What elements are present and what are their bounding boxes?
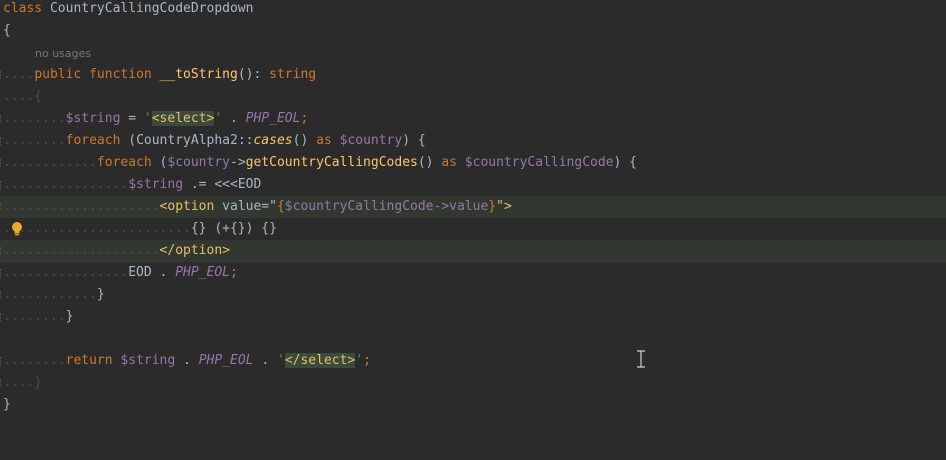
keyword-foreach: foreach — [96, 155, 152, 170]
code-line-15: ........} — [0, 306, 946, 328]
variable-country: $country — [331, 133, 403, 148]
indent-guide: .................... — [3, 243, 160, 258]
indent-guide: ........ — [3, 353, 66, 368]
code-line-9: ................$string .= <<<EOD — [0, 174, 946, 196]
option-open-tag: <option — [159, 199, 215, 214]
method-parens: (): — [237, 67, 262, 82]
option-close-tag: </option> — [159, 243, 230, 258]
indent-guide: ............ — [3, 155, 97, 170]
select-close-tag: </select> — [284, 353, 356, 368]
keyword-public: public — [34, 67, 82, 82]
code-line-4: ....public function __toString(): string — [0, 64, 946, 86]
semicolon: ; — [230, 265, 238, 280]
variable-calling-code-value: $countryCallingCode->value — [284, 199, 489, 214]
code-line-7: ........foreach (CountryAlpha2::cases() … — [0, 130, 946, 152]
indent-guide: .................... — [3, 199, 160, 214]
variable-string: $string — [65, 111, 121, 126]
semicolon: ; — [300, 111, 309, 126]
method-open-brace: ....{ — [3, 89, 43, 104]
code-line-6: ........$string = '<select>' . PHP_EOL; — [0, 108, 946, 130]
quote: ' — [276, 353, 285, 368]
option-text: {} (+{}) {} — [190, 221, 277, 236]
lightbulb-icon[interactable] — [10, 221, 24, 237]
keyword-class: class — [3, 1, 43, 16]
paren-brace: ) { — [613, 155, 638, 170]
parens: () — [417, 155, 442, 170]
keyword-return: return — [65, 353, 113, 368]
class-name: CountryCallingCodeDropdown — [42, 1, 254, 16]
quote: ' — [214, 111, 223, 126]
php-eol-constant: PHP_EOL — [198, 353, 254, 368]
select-open-tag: <select> — [151, 111, 215, 126]
interp-brace: } — [488, 199, 497, 214]
return-type: string — [261, 67, 317, 82]
enum-class: (CountryAlpha2:: — [120, 133, 254, 148]
indent-guide: ........................ — [3, 221, 191, 236]
code-line-12: ....................</option> — [0, 240, 946, 262]
code-line-8: ............foreach ($country->getCountr… — [0, 152, 946, 174]
keyword-function: function — [81, 67, 152, 82]
heredoc-start: .= <<<EOD — [183, 177, 262, 192]
indent-guide: ................ — [3, 177, 129, 192]
value-attribute: value=" — [214, 199, 277, 214]
keyword-as: as — [316, 133, 332, 148]
paren-brace: ) { — [402, 133, 426, 148]
class-close-brace: } — [3, 397, 11, 412]
indent-guide: ............ — [3, 287, 97, 302]
text-cursor-icon — [637, 350, 645, 368]
method-close-brace: ....} — [3, 375, 43, 390]
keyword-as: as — [441, 155, 457, 170]
parens: () — [292, 133, 317, 148]
indent-guide: ................ — [3, 265, 129, 280]
open-brace: { — [3, 23, 11, 38]
concat-op: . — [253, 353, 277, 368]
indent-guide: ........ — [3, 133, 66, 148]
code-line-14: ............} — [0, 284, 946, 306]
method-call: getCountryCallingCodes — [245, 155, 418, 170]
variable-string: $string — [128, 177, 184, 192]
code-line-19: } — [0, 394, 946, 416]
concat-op: . — [222, 111, 246, 126]
code-line-1: class CountryCallingCodeDropdown — [0, 0, 946, 20]
code-line-5: ....{ — [0, 86, 946, 108]
variable-calling-code: $countryCallingCode — [456, 155, 614, 170]
interp-brace: { — [276, 199, 285, 214]
php-eol-constant: PHP_EOL — [245, 111, 301, 126]
indent-guide: .... — [3, 67, 35, 82]
variable-country: $country — [167, 155, 230, 170]
code-line-17: ........return $string . PHP_EOL . '</se… — [0, 350, 946, 372]
variable-string: $string — [112, 353, 176, 368]
quote: ' — [143, 111, 152, 126]
concat-op: . — [175, 353, 199, 368]
method-name: __toString — [151, 67, 238, 82]
usage-hint[interactable]: no usages — [35, 47, 91, 60]
indent-guide: ........ — [3, 111, 66, 126]
static-method: cases — [253, 133, 293, 148]
close-brace: } — [96, 287, 105, 302]
code-editor[interactable]: class CountryCallingCodeDropdown { no us… — [0, 0, 946, 415]
heredoc-end: EOD . — [128, 265, 176, 280]
code-line-18: ....} — [0, 372, 946, 394]
code-line-13: ................EOD . PHP_EOL; — [0, 262, 946, 284]
php-eol-constant: PHP_EOL — [175, 265, 230, 280]
code-line-2: { — [0, 20, 946, 42]
keyword-foreach: foreach — [65, 133, 121, 148]
code-line-11: ........................{} (+{}) {} — [0, 218, 946, 240]
quote: ' — [355, 353, 364, 368]
tag-close: "> — [496, 199, 512, 214]
semicolon: ; — [363, 353, 371, 368]
code-line-10: ....................<option value="{$cou… — [0, 196, 946, 218]
paren: ( — [151, 155, 168, 170]
assign-op: = — [120, 111, 144, 126]
indent-guide: ........ — [3, 309, 66, 324]
arrow-op: -> — [230, 155, 246, 170]
close-brace: } — [65, 309, 74, 324]
